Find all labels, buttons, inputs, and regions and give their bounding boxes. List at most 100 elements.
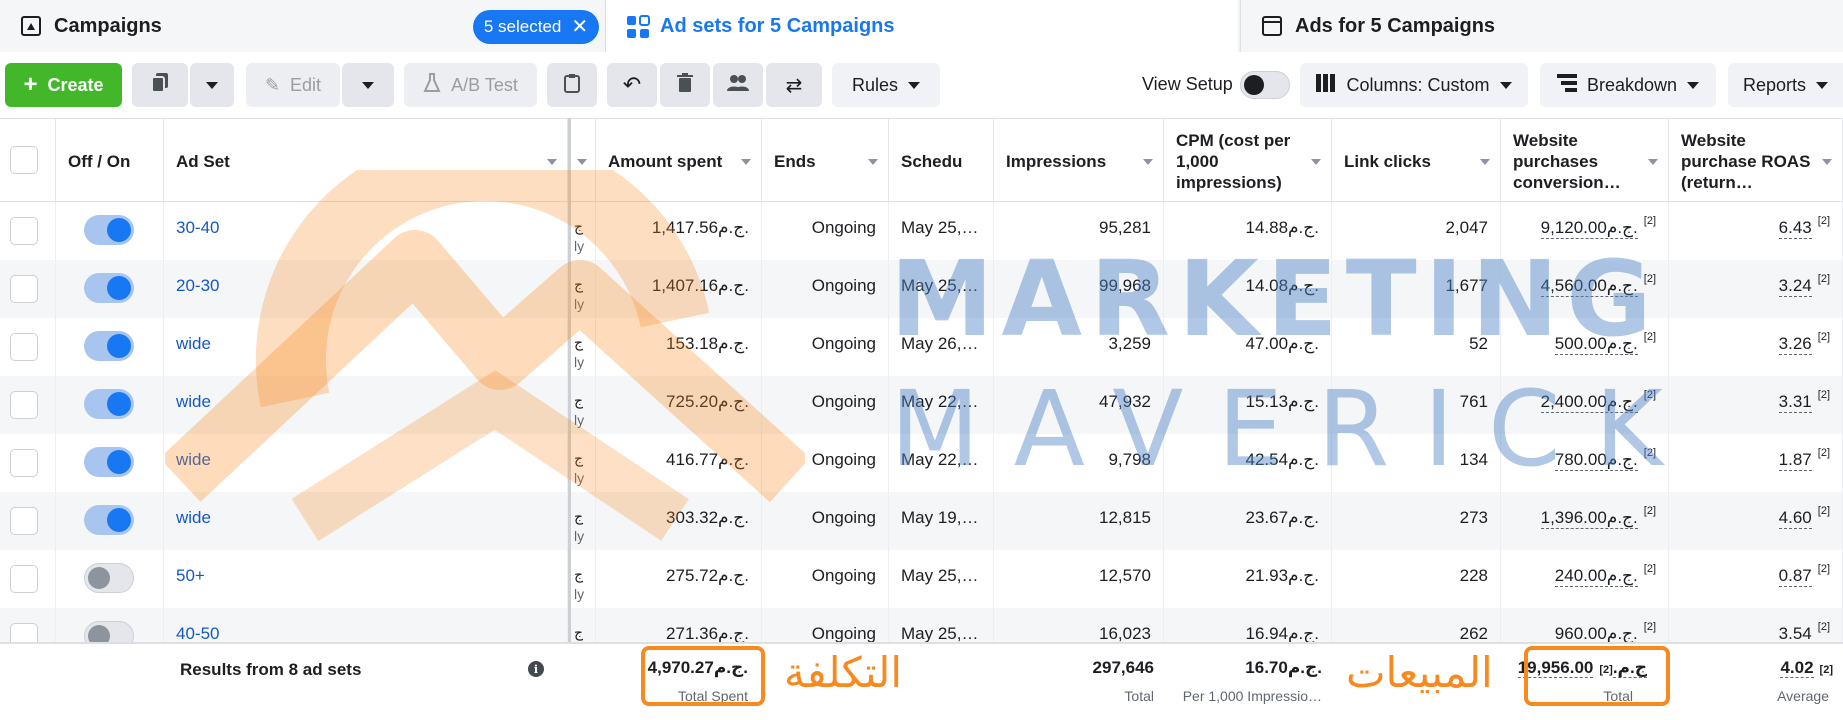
roas-value[interactable]: 6.43: [1778, 218, 1812, 239]
hidden-col-glyph: ج: [574, 276, 584, 292]
row-checkbox[interactable]: [10, 565, 38, 593]
col-ad-set[interactable]: Ad Set: [164, 119, 568, 203]
footnote-marker: [2]: [1817, 563, 1830, 575]
col-impressions[interactable]: Impressions: [994, 119, 1164, 203]
value-value[interactable]: 9,120.00ج.م.: [1540, 218, 1638, 239]
tab-ads[interactable]: Ads for 5 Campaigns: [1240, 0, 1843, 52]
toolbar: + Create ✎ Edit A/B Test ↶ ⇄ Rules View …: [0, 52, 1843, 118]
columns-label: Columns: Custom: [1346, 74, 1490, 95]
col-link-clicks[interactable]: Link clicks: [1332, 119, 1501, 203]
edit-label: Edit: [290, 74, 322, 95]
value-cell: 240.00ج.م. [2]: [1501, 550, 1669, 608]
create-button[interactable]: + Create: [5, 63, 122, 107]
columns-button[interactable]: Columns: Custom: [1300, 63, 1528, 107]
edit-button[interactable]: ✎ Edit: [246, 63, 340, 107]
col-schedule[interactable]: Schedu: [889, 119, 994, 203]
table-row[interactable]: wide ج ly 303.32ج.م. Ongoing May 19,… 12,815 23…: [0, 492, 1843, 550]
frozen-column-divider[interactable]: [568, 118, 571, 720]
export-icon: ⇄: [785, 74, 803, 97]
row-checkbox[interactable]: [10, 449, 38, 477]
ad-set-name-link[interactable]: 30-40: [176, 218, 219, 238]
footnote-marker: [2]: [1819, 664, 1833, 676]
hidden-col-sub: ly: [574, 238, 585, 254]
cpm-value: 23.67ج.م.: [1245, 508, 1319, 527]
col-hidden[interactable]: [571, 119, 596, 203]
ad-icon: [1261, 15, 1283, 37]
ad-set-name-link[interactable]: wide: [176, 508, 211, 528]
delivery-toggle[interactable]: [84, 389, 134, 419]
selected-pill[interactable]: 5 selected ✕: [473, 10, 599, 44]
delivery-toggle[interactable]: [84, 447, 134, 477]
undo-button[interactable]: ↶: [607, 63, 657, 107]
hidden-col-glyph: ج: [574, 624, 584, 640]
col-purchase-value[interactable]: Website purchases conversion…: [1501, 119, 1669, 203]
breakdown-icon: [1556, 73, 1577, 97]
roas-value[interactable]: 3.31: [1778, 392, 1812, 413]
row-checkbox[interactable]: [10, 275, 38, 303]
highlight-total-spent: [641, 646, 765, 706]
ad-set-name-link[interactable]: 50+: [176, 566, 205, 586]
ad-set-name-link[interactable]: wide: [176, 450, 211, 470]
spent-cell: 275.72ج.م.: [596, 550, 762, 608]
roas-value[interactable]: 3.26: [1778, 334, 1812, 355]
select-all-checkbox[interactable]: [10, 146, 38, 174]
hidden-col-glyph: ج: [574, 450, 584, 466]
view-setup-toggle[interactable]: [1240, 71, 1290, 99]
delivery-toggle[interactable]: [84, 215, 134, 245]
tab-ad-sets-label: Ad sets for 5 Campaigns: [660, 14, 895, 37]
delivery-toggle[interactable]: [84, 331, 134, 361]
roas-value[interactable]: 1.87: [1778, 450, 1812, 471]
rules-label: Rules: [851, 74, 899, 95]
tab-ad-sets[interactable]: Ad sets for 5 Campaigns: [606, 0, 1238, 52]
col-roas[interactable]: Website purchase ROAS (return…: [1669, 119, 1843, 203]
col-cpm[interactable]: CPM (cost per 1,000 impressions): [1164, 119, 1332, 203]
value-value[interactable]: 240.00ج.م.: [1554, 566, 1638, 587]
col-amount-spent[interactable]: Amount spent: [596, 119, 762, 203]
row-checkbox[interactable]: [10, 333, 38, 361]
ends-value: Ongoing: [811, 334, 876, 353]
delivery-toggle[interactable]: [84, 563, 134, 593]
tab-campaigns[interactable]: Campaigns 5 selected ✕: [0, 0, 606, 52]
row-select-cell: [0, 434, 56, 492]
annotation-sales: المبيعات: [1346, 648, 1493, 697]
footnote-marker: [2]: [1643, 215, 1656, 227]
value-value[interactable]: 1,396.00ج.م.: [1540, 508, 1638, 529]
hidden-col-glyph: ج: [574, 218, 584, 234]
row-checkbox[interactable]: [10, 391, 38, 419]
breakdown-label: Breakdown: [1586, 74, 1678, 95]
export-button[interactable]: ⇄: [766, 63, 822, 107]
total-roas-text[interactable]: 4.02: [1780, 658, 1814, 678]
ab-test-button[interactable]: A/B Test: [404, 63, 537, 107]
chevron-down-icon: [1311, 159, 1321, 165]
rules-button[interactable]: Rules: [832, 63, 940, 107]
close-icon[interactable]: ✕: [571, 17, 588, 37]
reports-button[interactable]: Reports: [1728, 63, 1843, 107]
info-icon[interactable]: i: [528, 661, 544, 677]
duplicate-dropdown[interactable]: [190, 63, 234, 107]
row-checkbox[interactable]: [10, 217, 38, 245]
clipboard-button[interactable]: [547, 63, 597, 107]
tab-bar: Campaigns 5 selected ✕ Ad sets for 5 Cam…: [0, 0, 1843, 52]
edit-dropdown[interactable]: [342, 63, 394, 107]
roas-value[interactable]: 3.24: [1778, 276, 1812, 297]
delivery-toggle[interactable]: [84, 505, 134, 535]
ad-set-name-link[interactable]: 20-30: [176, 276, 219, 296]
duplicate-button[interactable]: [132, 63, 188, 107]
breakdown-button[interactable]: Breakdown: [1540, 63, 1716, 107]
row-toggle-cell: [56, 434, 164, 492]
table-row[interactable]: 50+ ج ly 275.72ج.م. Ongoing May 25,… 12,570 21.…: [0, 550, 1843, 608]
ad-set-name-link[interactable]: wide: [176, 334, 211, 354]
schedule-value: May 25,…: [901, 218, 979, 237]
row-checkbox[interactable]: [10, 507, 38, 535]
ad-set-name-link[interactable]: 40-50: [176, 624, 219, 644]
col-off-on[interactable]: Off / On: [56, 119, 164, 203]
delivery-toggle[interactable]: [84, 273, 134, 303]
roas-value[interactable]: 4.60: [1778, 508, 1812, 529]
audience-button[interactable]: [713, 63, 763, 107]
ad-set-name-link[interactable]: wide: [176, 392, 211, 412]
roas-value[interactable]: 0.87: [1778, 566, 1812, 587]
col-ends-label: Ends: [774, 151, 816, 171]
footnote-marker: [2]: [1643, 563, 1656, 575]
delete-button[interactable]: [660, 63, 710, 107]
col-ends[interactable]: Ends: [762, 119, 889, 203]
